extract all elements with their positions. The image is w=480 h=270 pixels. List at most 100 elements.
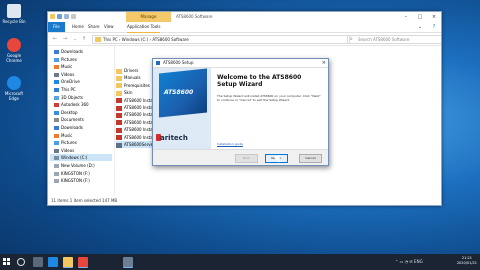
nav-item-label: 3D Objects xyxy=(61,94,84,100)
nav-item[interactable]: Windows (C:) xyxy=(50,154,112,162)
installation-guide-link[interactable]: Installation guide xyxy=(217,142,243,146)
nav-item-label: Music xyxy=(61,64,73,70)
edge-icon xyxy=(7,76,21,90)
clock-date: 2020/01/21 xyxy=(456,261,477,265)
desktop-icon-chrome[interactable]: Google Chrome xyxy=(2,38,26,63)
clock[interactable]: 21:21 2020/01/21 xyxy=(457,256,477,266)
nav-item[interactable]: Music xyxy=(54,63,72,70)
file-icon xyxy=(116,98,122,104)
customize-icon[interactable] xyxy=(71,14,76,19)
address-path: This PC › Windows (C:) › ATS8600 Softwar… xyxy=(103,37,189,42)
nav-item[interactable]: 3D Objects xyxy=(54,94,83,101)
nav-item-icon xyxy=(54,72,59,77)
nav-item-label: KINGSTON (F:) xyxy=(61,178,90,184)
branding-panel: ATS8600 aritech xyxy=(153,68,211,149)
new-folder-icon[interactable] xyxy=(64,14,69,19)
nav-item-label: Music xyxy=(61,132,73,138)
tab-view[interactable]: View xyxy=(104,22,114,32)
taskbar-edge-icon[interactable] xyxy=(48,257,58,267)
nav-item[interactable]: Videos xyxy=(54,147,74,154)
nav-item-icon xyxy=(54,156,59,161)
folder-icon xyxy=(95,37,101,42)
forward-arrow-icon[interactable]: → xyxy=(61,35,69,43)
desktop-icon-label: Google Chrome xyxy=(6,53,22,63)
tab-home[interactable]: Home xyxy=(72,22,84,32)
file-row[interactable]: Skin xyxy=(116,89,133,96)
nav-item-label: New Volume (D:) xyxy=(61,163,95,168)
start-button[interactable] xyxy=(3,258,11,266)
nav-item[interactable]: Desktop xyxy=(54,109,78,116)
window-title: ATS8600 Software xyxy=(176,14,213,19)
desktop-icon-edge[interactable]: Microsoft Edge xyxy=(2,76,26,101)
quick-access-toolbar xyxy=(50,14,94,20)
nav-item[interactable]: KINGSTON (F:) xyxy=(54,177,90,184)
file-row[interactable]: Drivers xyxy=(116,67,138,74)
system-tray-icons[interactable]: ⌃ ▭ ◔ ✉ ENG xyxy=(395,259,423,264)
search-placeholder: Search ATS8600 Software xyxy=(358,37,410,42)
file-icon xyxy=(116,105,122,111)
desktop-icon-recycle-bin[interactable]: Recycle Bin xyxy=(2,4,26,24)
nav-item-label: Videos xyxy=(61,71,75,77)
maximize-button[interactable]: □ xyxy=(413,12,427,22)
file-row[interactable]: Prerequisites xyxy=(116,82,150,89)
folder-icon xyxy=(116,75,122,81)
nav-item[interactable]: Documents xyxy=(54,116,84,123)
address-bar[interactable]: This PC › Windows (C:) › ATS8600 Softwar… xyxy=(92,35,350,44)
nav-item[interactable]: KINGSTON (F:) xyxy=(54,170,90,177)
ribbon-expand-icon[interactable]: ⌄ xyxy=(413,22,427,32)
address-bar-row: ← → ⌄ ↑ This PC › Windows (C:) › ATS8600… xyxy=(48,33,441,46)
desktop-icon-label: Microsoft Edge xyxy=(4,91,24,101)
file-name: Prerequisites xyxy=(124,82,150,88)
nav-item[interactable]: Downloads xyxy=(54,124,83,131)
taskbar-task-view-icon[interactable] xyxy=(33,257,43,267)
dialog-title-bar: ATS8600 Setup × xyxy=(153,59,328,68)
nav-item[interactable]: Music xyxy=(54,132,72,139)
nav-item-label: Pictures xyxy=(61,140,77,146)
nav-item[interactable]: New Volume (D:) xyxy=(54,162,95,169)
taskbar-setup-icon[interactable] xyxy=(123,257,133,268)
nav-item-label: Desktop xyxy=(61,109,78,115)
search-input[interactable]: ⌕ Search ATS8600 Software xyxy=(347,35,441,44)
nav-item-icon xyxy=(54,65,59,70)
nav-item[interactable]: This PC xyxy=(54,86,76,93)
close-button[interactable]: × xyxy=(427,12,441,22)
recent-locations-icon[interactable]: ⌄ xyxy=(71,35,79,43)
nav-item[interactable]: Autodesk 360 xyxy=(54,101,89,108)
nav-item-label: Videos xyxy=(61,147,75,153)
dialog-close-icon[interactable]: × xyxy=(322,59,326,67)
nav-item-icon xyxy=(54,179,59,184)
manage-context-tab[interactable]: Manage xyxy=(126,12,171,22)
nav-item-label: OneDrive xyxy=(61,79,80,85)
nav-item[interactable]: Pictures xyxy=(54,139,77,146)
folder-icon[interactable] xyxy=(50,14,55,19)
cancel-button[interactable]: Cancel xyxy=(299,154,322,163)
file-icon xyxy=(116,120,122,126)
minimize-button[interactable]: – xyxy=(399,12,413,22)
nav-item-icon xyxy=(54,118,59,123)
welcome-heading: Welcome to the ATS8600 Setup Wizard xyxy=(217,74,302,88)
taskbar-explorer-icon[interactable] xyxy=(63,257,73,268)
taskbar: ⌃ ▭ ◔ ✉ ENG 21:21 2020/01/21 xyxy=(0,254,480,270)
desktop-icon-label: Recycle Bin xyxy=(2,19,26,24)
file-row[interactable]: Manuals xyxy=(116,74,141,81)
help-icon[interactable]: ? xyxy=(427,22,441,32)
tab-share[interactable]: Share xyxy=(88,22,100,32)
back-button[interactable]: Back xyxy=(235,154,258,163)
nav-item[interactable]: Videos xyxy=(54,71,74,78)
taskbar-search-icon[interactable] xyxy=(17,258,25,266)
back-arrow-icon[interactable]: ← xyxy=(51,35,59,43)
nav-item[interactable]: OneDrive xyxy=(54,78,80,85)
up-arrow-icon[interactable]: ↑ xyxy=(80,35,88,43)
nav-item[interactable]: Downloads xyxy=(54,48,83,55)
tab-application-tools[interactable]: Application Tools xyxy=(127,22,161,33)
tab-file[interactable]: File xyxy=(48,22,65,32)
file-icon xyxy=(116,142,122,148)
properties-icon[interactable] xyxy=(57,14,62,19)
nav-item-icon xyxy=(54,171,59,176)
nav-item-label: Windows (C:) xyxy=(61,155,88,161)
nav-item[interactable]: Pictures xyxy=(54,56,77,63)
taskbar-chrome-icon[interactable] xyxy=(78,257,88,268)
nav-item-label: Downloads xyxy=(61,125,83,130)
file-icon xyxy=(116,112,122,118)
nav-item-label: KINGSTON (F:) xyxy=(61,170,90,176)
